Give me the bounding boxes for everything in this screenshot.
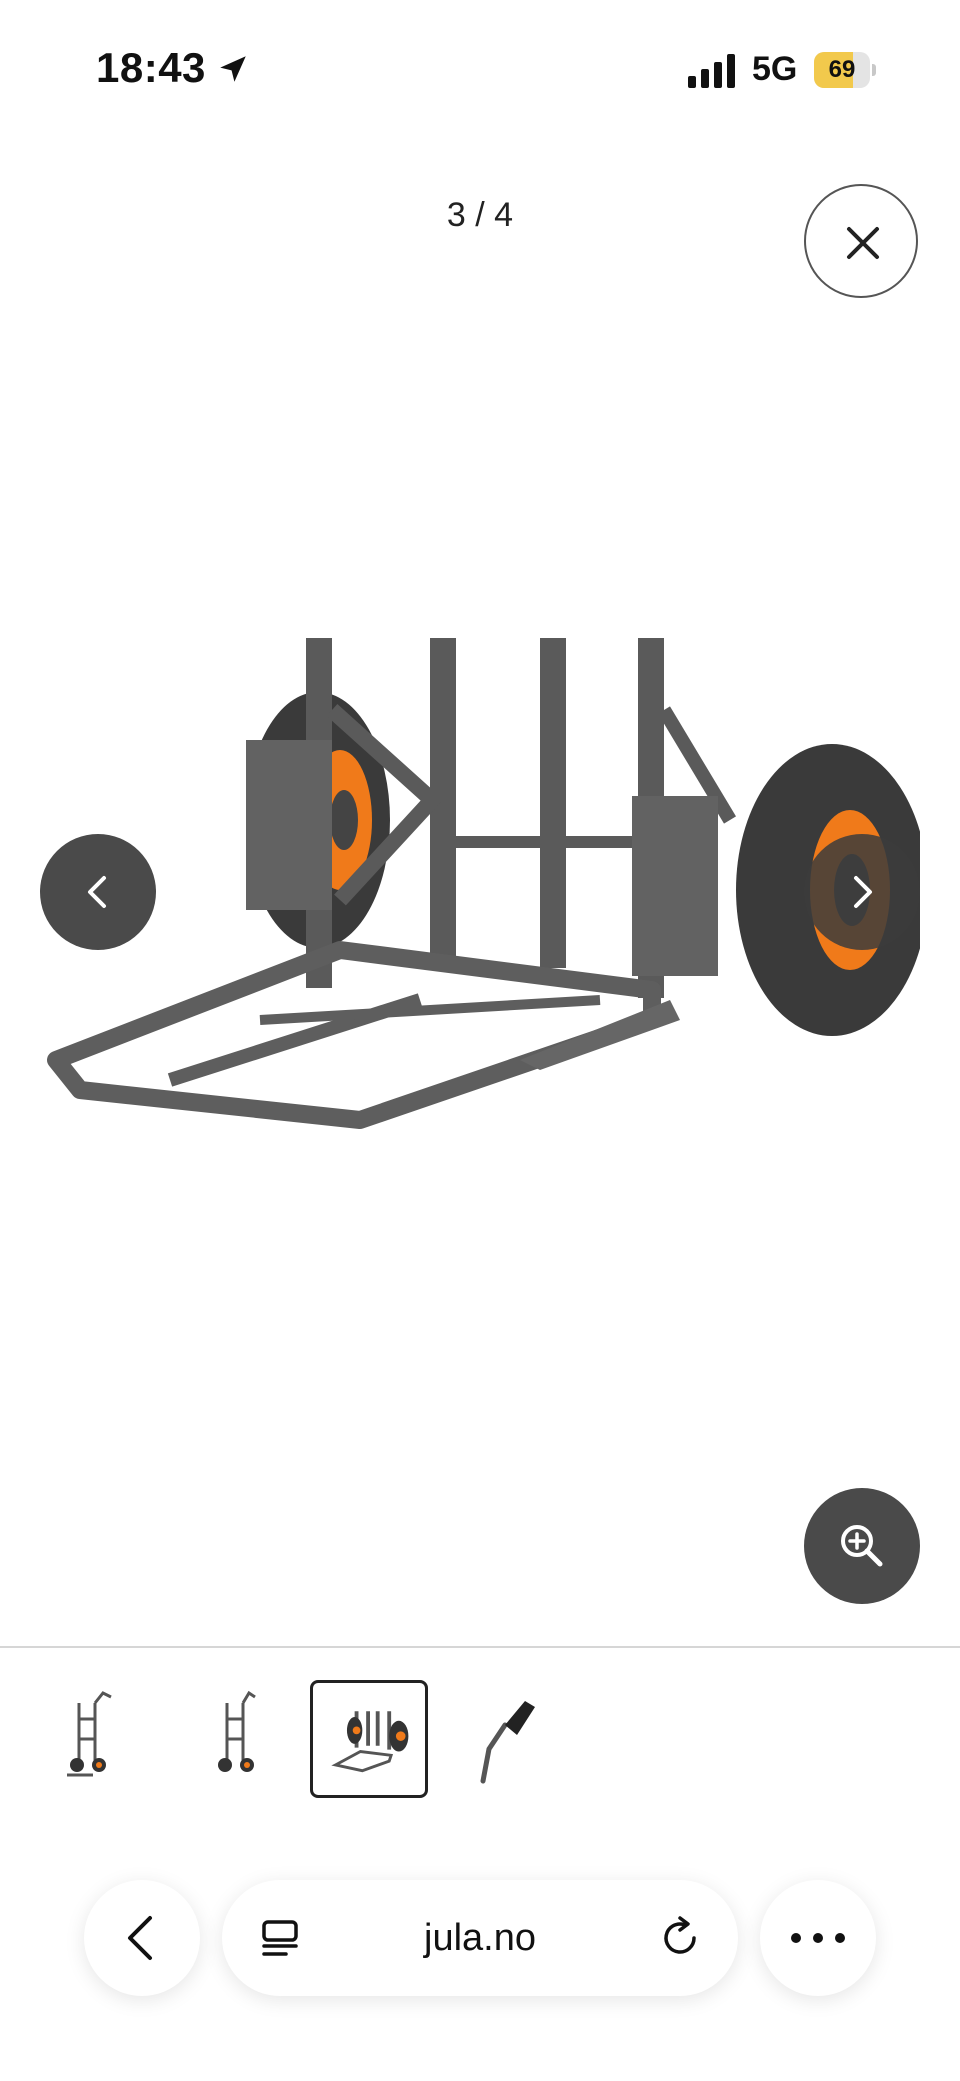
- status-bar: 18:43 5G 69: [0, 0, 960, 140]
- previous-image-button[interactable]: [40, 834, 156, 950]
- battery-level: 69: [828, 56, 856, 83]
- thumbnail-4[interactable]: [450, 1680, 568, 1798]
- back-button[interactable]: [84, 1880, 200, 1996]
- back-icon: [128, 1916, 152, 1960]
- browser-toolbar: jula.no: [0, 1880, 960, 2000]
- tabs-icon: [262, 1920, 298, 1956]
- divider: [0, 1646, 960, 1648]
- hand-truck-thumbnail: [67, 1691, 112, 1777]
- reload-icon[interactable]: [658, 1916, 702, 1960]
- thumbnail-3[interactable]: [310, 1680, 428, 1798]
- image-counter: 3 / 4: [446, 196, 514, 234]
- thumbnail-1[interactable]: [40, 1680, 158, 1798]
- thumbnail-2[interactable]: [178, 1680, 296, 1798]
- address-bar[interactable]: jula.no: [222, 1880, 738, 1996]
- hand-truck-folded-thumbnail: [331, 1711, 409, 1773]
- url-text: jula.no: [424, 1917, 536, 1959]
- zoom-button[interactable]: [804, 1488, 920, 1604]
- location-arrow-icon: [220, 56, 246, 82]
- hand-truck-thumbnail: [218, 1690, 256, 1772]
- chevron-left-icon: [88, 876, 106, 908]
- zoom-in-icon: [841, 1525, 883, 1567]
- thumbnail-strip: [0, 1680, 960, 1810]
- close-button[interactable]: [804, 184, 918, 298]
- close-icon: [847, 227, 879, 259]
- handle-grip-thumbnail: [480, 1701, 535, 1784]
- network-type: 5G: [752, 50, 798, 88]
- next-image-button[interactable]: [804, 834, 920, 950]
- hand-truck-image: [47, 638, 920, 1129]
- chevron-right-icon: [854, 876, 872, 908]
- status-time: 18:43: [96, 44, 206, 91]
- signal-bars-icon: [688, 54, 735, 88]
- battery-icon: 69: [814, 52, 876, 88]
- more-button[interactable]: [760, 1880, 876, 1996]
- more-icon: [791, 1933, 845, 1943]
